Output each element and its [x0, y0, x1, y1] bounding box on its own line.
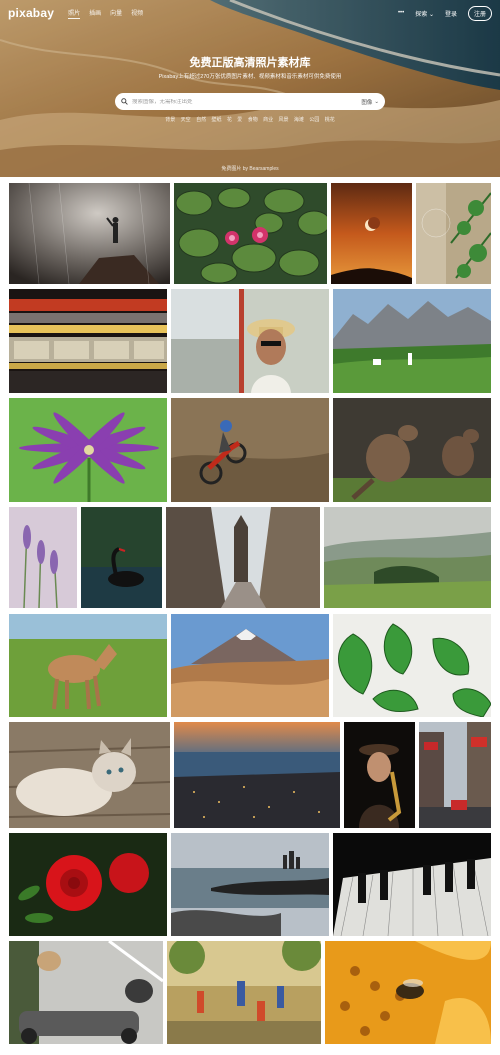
- volcano-desert-photo[interactable]: [171, 614, 329, 717]
- old-street-photo[interactable]: [166, 507, 320, 608]
- photo-image: [171, 614, 329, 717]
- saxophone-woman-photo[interactable]: [344, 722, 415, 828]
- tag-link[interactable]: 海滩: [294, 117, 304, 123]
- tag-link[interactable]: 自然: [196, 117, 206, 123]
- photo-image: [333, 833, 491, 936]
- search-type-label: 图像: [361, 99, 373, 106]
- nav-illustrations[interactable]: 插画: [89, 8, 101, 19]
- photo-image: [416, 183, 491, 284]
- photo-image: [9, 941, 163, 1044]
- dogs-motorbike-photo[interactable]: [9, 941, 163, 1044]
- login-link[interactable]: 登录: [445, 9, 457, 18]
- hero-subtitle: Pixabay上有超过270万张优质图片素材、视频素材和音乐素材可供免费使用: [158, 74, 342, 80]
- red-rose-photo[interactable]: [9, 833, 167, 936]
- hero-banner: pixabay 照片 插画 向量 视频 ••• 探索 ⌄ 登录 注册 免费正版高…: [0, 0, 500, 177]
- search-bar: 图像 ⌄: [115, 93, 385, 110]
- black-swan-photo[interactable]: [81, 507, 162, 608]
- photo-image: [9, 507, 77, 608]
- photo-image: [9, 614, 167, 717]
- chevron-down-icon: ⌄: [428, 11, 434, 18]
- tag-link[interactable]: 天空: [181, 117, 191, 123]
- photo-image: [419, 722, 491, 828]
- top-navigation-bar: pixabay 照片 插画 向量 视频 ••• 探索 ⌄ 登录 注册: [0, 0, 500, 26]
- hero-title: 免费正版高清照片素材库: [189, 57, 311, 69]
- explore-label: 探索: [415, 11, 428, 18]
- woman-hat-photo[interactable]: [171, 289, 329, 393]
- nav-vectors[interactable]: 向量: [110, 8, 122, 19]
- rocky-coast-photo[interactable]: [171, 833, 329, 936]
- join-button[interactable]: 注册: [467, 5, 492, 21]
- tag-link[interactable]: 爱: [237, 117, 242, 123]
- photo-image: [171, 833, 329, 936]
- pine-branch-photo[interactable]: [416, 183, 491, 284]
- photo-image: [9, 722, 170, 828]
- explore-menu[interactable]: 探索 ⌄: [415, 9, 434, 18]
- tag-link[interactable]: 花: [227, 117, 232, 123]
- green-plant-photo[interactable]: [333, 614, 491, 717]
- hero-credit[interactable]: 免费图片 by Bearsamples: [0, 165, 500, 172]
- nav-videos[interactable]: 视频: [131, 8, 143, 19]
- hero-background-image: [0, 0, 500, 177]
- photo-image: [174, 722, 340, 828]
- mountain-village-photo[interactable]: [333, 289, 491, 393]
- bee-flower-photo[interactable]: [325, 941, 491, 1044]
- tag-link[interactable]: 桃花: [325, 117, 335, 123]
- tag-link[interactable]: 壁纸: [211, 117, 221, 123]
- nav-photos[interactable]: 照片: [68, 8, 81, 19]
- tag-link[interactable]: 风景: [279, 117, 289, 123]
- piano-keys-photo[interactable]: [333, 833, 491, 936]
- chevron-down-icon: ⌄: [374, 98, 379, 105]
- moon-sunset-photo[interactable]: [331, 183, 412, 284]
- search-icon[interactable]: [121, 98, 128, 105]
- pixabay-logo[interactable]: pixabay: [8, 6, 54, 20]
- photo-image: [325, 941, 491, 1044]
- kangaroos-photo[interactable]: [333, 398, 491, 502]
- photo-image: [174, 183, 327, 284]
- photo-image: [167, 941, 321, 1044]
- tag-link[interactable]: 商业: [263, 117, 273, 123]
- photo-image: [171, 289, 329, 393]
- man-in-rain-photo[interactable]: [9, 183, 170, 284]
- cat-photo[interactable]: [9, 722, 170, 828]
- lavender-photo[interactable]: [9, 507, 77, 608]
- photo-image: [166, 507, 320, 608]
- media-type-nav: 照片 插画 向量 视频: [68, 8, 143, 19]
- user-nav: ••• 探索 ⌄ 登录 注册: [398, 5, 492, 21]
- foggy-landscape-photo[interactable]: [324, 507, 491, 608]
- search-type-select[interactable]: 图像 ⌄: [361, 98, 379, 106]
- photo-image: [333, 398, 491, 502]
- photo-image: [344, 722, 415, 828]
- city-street-photo[interactable]: [419, 722, 491, 828]
- photo-image: [9, 833, 167, 936]
- motocross-photo[interactable]: [171, 398, 329, 502]
- photo-image: [171, 398, 329, 502]
- photo-image: [331, 183, 412, 284]
- photo-image: [9, 398, 167, 502]
- photo-image: [81, 507, 162, 608]
- tag-link[interactable]: 背景: [165, 117, 175, 123]
- search-input[interactable]: [132, 98, 362, 105]
- photo-image: [333, 614, 491, 717]
- horse-foal-photo[interactable]: [9, 614, 167, 717]
- photo-image: [333, 289, 491, 393]
- tag-link[interactable]: 食物: [248, 117, 258, 123]
- tag-link[interactable]: 公园: [309, 117, 319, 123]
- photo-image: [324, 507, 491, 608]
- purple-flower-photo[interactable]: [9, 398, 167, 502]
- harbor-city-photo[interactable]: [174, 722, 340, 828]
- children-playing-photo[interactable]: [167, 941, 321, 1044]
- train-motion-photo[interactable]: [9, 289, 167, 393]
- more-icon[interactable]: •••: [398, 10, 404, 16]
- water-lilies-photo[interactable]: [174, 183, 327, 284]
- photo-image: [9, 183, 170, 284]
- photo-image: [9, 289, 167, 393]
- popular-tags: 背景 天空 自然 壁纸 花 爱 食物 商业 风景 海滩 公园 桃花: [0, 116, 500, 123]
